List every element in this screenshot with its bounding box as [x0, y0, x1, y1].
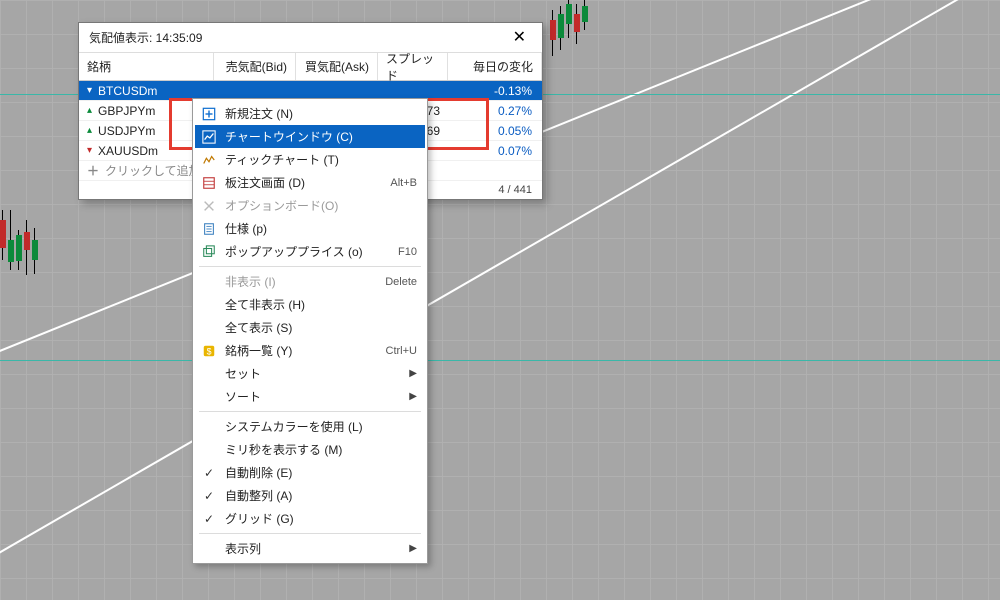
down-arrow-icon: ▾ — [87, 86, 92, 96]
menu-sets[interactable]: セット ▶ — [195, 362, 425, 385]
menu-separator — [199, 411, 421, 412]
window-title: 気配値表示: 14:35:09 — [89, 29, 202, 46]
menu-label: 自動削除 (E) — [225, 464, 417, 481]
col-ask[interactable]: 買気配(Ask) — [296, 53, 378, 80]
close-icon[interactable]: ✕ — [507, 26, 532, 50]
menu-label: セット — [225, 365, 401, 382]
menu-auto-delete[interactable]: ✓ 自動削除 (E) — [195, 461, 425, 484]
menu-label: 仕様 (p) — [225, 220, 417, 237]
menu-label: ソート — [225, 388, 401, 405]
chevron-right-icon: ▶ — [409, 543, 417, 554]
column-header: 銘柄 売気配(Bid) 買気配(Ask) スプレッド 毎日の変化 — [79, 53, 542, 81]
menu-label: 全て非表示 (H) — [225, 296, 417, 313]
daily-change: 0.05% — [448, 124, 542, 138]
menu-label: ポップアッププライス (o) — [225, 243, 390, 260]
col-spread[interactable]: スプレッド — [378, 53, 448, 80]
check-icon: ✓ — [201, 466, 217, 480]
menu-separator — [199, 266, 421, 267]
chart-icon — [201, 130, 217, 144]
menu-chart-window[interactable]: チャートウインドウ (C) — [195, 125, 425, 148]
menu-show-all[interactable]: 全て表示 (S) — [195, 316, 425, 339]
menu-dom[interactable]: 板注文画面 (D) Alt+B — [195, 171, 425, 194]
titlebar[interactable]: 気配値表示: 14:35:09 ✕ — [79, 23, 542, 53]
tick-chart-icon — [201, 153, 217, 167]
down-arrow-icon: ▾ — [87, 146, 92, 156]
shortcut: F10 — [398, 246, 417, 258]
menu-popup-prices[interactable]: ポップアッププライス (o) F10 — [195, 240, 425, 263]
menu-specification[interactable]: 仕様 (p) — [195, 217, 425, 240]
new-order-icon — [201, 107, 217, 121]
chevron-right-icon: ▶ — [409, 391, 417, 402]
menu-hide-all[interactable]: 全て非表示 (H) — [195, 293, 425, 316]
plus-icon: ＋ — [87, 162, 99, 179]
up-arrow-icon: ▴ — [87, 106, 92, 116]
shortcut: Ctrl+U — [386, 345, 417, 357]
dom-icon — [201, 176, 217, 190]
menu-columns[interactable]: 表示列 ▶ — [195, 537, 425, 560]
menu-label: オプションボード(O) — [225, 197, 417, 214]
menu-option-board: オプションボード(O) — [195, 194, 425, 217]
menu-label: 板注文画面 (D) — [225, 174, 382, 191]
col-change[interactable]: 毎日の変化 — [448, 53, 542, 80]
candles-left — [0, 210, 70, 350]
menu-system-colors[interactable]: システムカラーを使用 (L) — [195, 415, 425, 438]
svg-text:$: $ — [207, 346, 212, 356]
menu-show-ms[interactable]: ミリ秒を表示する (M) — [195, 438, 425, 461]
shortcut: Delete — [385, 276, 417, 288]
menu-separator — [199, 533, 421, 534]
symbol: XAUUSDm — [98, 144, 158, 158]
shortcut: Alt+B — [390, 177, 417, 189]
menu-label: 銘柄一覧 (Y) — [225, 342, 378, 359]
menu-label: グリッド (G) — [225, 510, 417, 527]
symbol: GBPJPYm — [98, 104, 155, 118]
popup-icon — [201, 245, 217, 259]
menu-label: 自動整列 (A) — [225, 487, 417, 504]
chevron-right-icon: ▶ — [409, 368, 417, 379]
level-line — [0, 360, 1000, 361]
daily-change: -0.13% — [448, 84, 542, 98]
spec-icon — [201, 222, 217, 236]
check-icon: ✓ — [201, 512, 217, 526]
menu-label: 表示列 — [225, 540, 401, 557]
menu-new-order[interactable]: 新規注文 (N) — [195, 102, 425, 125]
context-menu: 新規注文 (N) チャートウインドウ (C) ティックチャート (T) 板注文画… — [192, 98, 428, 564]
symbol: BTCUSDm — [98, 84, 157, 98]
daily-change: 0.07% — [448, 144, 542, 158]
candles-right — [550, 0, 670, 80]
symbol: USDJPYm — [98, 124, 155, 138]
menu-label: 非表示 (I) — [225, 273, 377, 290]
option-icon — [201, 199, 217, 213]
symbols-icon: $ — [201, 344, 217, 358]
check-icon: ✓ — [201, 489, 217, 503]
menu-auto-arrange[interactable]: ✓ 自動整列 (A) — [195, 484, 425, 507]
col-bid[interactable]: 売気配(Bid) — [214, 53, 296, 80]
menu-tick-chart[interactable]: ティックチャート (T) — [195, 148, 425, 171]
col-name[interactable]: 銘柄 — [79, 53, 214, 80]
menu-label: チャートウインドウ (C) — [225, 128, 417, 145]
menu-label: 全て表示 (S) — [225, 319, 417, 336]
menu-label: システムカラーを使用 (L) — [225, 418, 417, 435]
daily-change: 0.27% — [448, 104, 542, 118]
menu-hide: 非表示 (I) Delete — [195, 270, 425, 293]
menu-symbols[interactable]: $ 銘柄一覧 (Y) Ctrl+U — [195, 339, 425, 362]
menu-label: ミリ秒を表示する (M) — [225, 441, 417, 458]
up-arrow-icon: ▴ — [87, 126, 92, 136]
menu-label: ティックチャート (T) — [225, 151, 417, 168]
menu-label: 新規注文 (N) — [225, 105, 417, 122]
menu-sort[interactable]: ソート ▶ — [195, 385, 425, 408]
menu-grid[interactable]: ✓ グリッド (G) — [195, 507, 425, 530]
